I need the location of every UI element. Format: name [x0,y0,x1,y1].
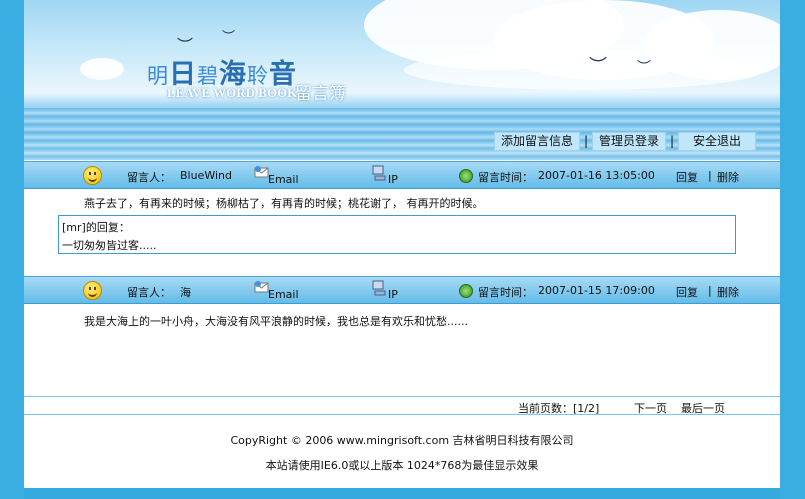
divider [24,396,780,397]
reply-link[interactable]: 回复 [676,169,698,185]
logout-button[interactable]: 安全退出 [678,131,757,151]
smiley-icon [83,281,102,300]
top-nav: 添加留言信息 | 管理员登录 | 安全退出 [494,131,757,151]
divider [24,414,780,415]
admin-login-button[interactable]: 管理员登录 [592,131,667,151]
delete-link[interactable]: 删除 [717,169,739,185]
email-link[interactable]: Email [268,173,299,186]
action-separator: | [708,169,712,182]
page-frame: ︶ ︶ ︶ ︶ 明日碧海聆音 LEAVE WORD BOOK 留言簿 添加留言信… [24,0,780,499]
author-name: BlueWind [180,169,232,182]
clock-icon [459,284,473,298]
nav-separator: | [583,134,589,148]
delete-link[interactable]: 删除 [717,284,739,300]
reply-header: [mr]的回复： [62,221,130,234]
time-label: 留言时间： [478,286,533,299]
nav-separator: | [670,134,675,148]
logo-english: LEAVE WORD BOOK [167,85,298,100]
logo-subtitle: 留言簿 [295,84,346,104]
reply-box: [mr]的回复： 一切匆匆皆过客..... [58,215,736,254]
author-label: 留言人： [127,171,171,184]
right-border [780,0,805,499]
message-header: 留言人： 海 Email IP 留言时间： 2007-01-15 17:09:0… [24,276,780,304]
footer-note: 本站请使用IE6.0或以上版本 1024*768为最佳显示效果 [265,459,539,472]
message-time: 2007-01-15 17:09:00 [538,284,655,297]
message-content: 我是大海上的一叶小舟，大海没有风平浪静的时候，我也总是有欢乐和忧愁...... [84,315,468,328]
footer-copyright: CopyRight © 2006 www.mingrisoft.com 吉林省明… [230,434,574,447]
ip-link[interactable]: IP [388,173,398,186]
time-label: 留言时间： [478,171,533,184]
message-header: 留言人： BlueWind Email IP 留言时间： 2007-01-16 … [24,161,780,189]
action-separator: | [708,284,712,297]
left-border [0,0,24,499]
message-time: 2007-01-16 13:05:00 [538,169,655,182]
clock-icon [459,169,473,183]
author-name: 海 [180,286,191,299]
header-banner: ︶ ︶ ︶ ︶ 明日碧海聆音 LEAVE WORD BOOK 留言簿 添加留言信… [24,0,780,160]
ip-link[interactable]: IP [388,288,398,301]
ip-icon[interactable] [372,280,386,296]
author-label: 留言人： [127,286,171,299]
add-message-button[interactable]: 添加留言信息 [494,131,581,151]
message-content: 燕子去了，有再来的时候；杨柳枯了，有再青的时候；桃花谢了， 有再开的时候。 [84,197,484,210]
ip-icon[interactable] [372,165,386,181]
email-link[interactable]: Email [268,288,299,301]
bottom-border [24,488,780,499]
smiley-icon [83,166,102,185]
reply-text: 一切匆匆皆过客..... [62,239,157,252]
reply-link[interactable]: 回复 [676,284,698,300]
